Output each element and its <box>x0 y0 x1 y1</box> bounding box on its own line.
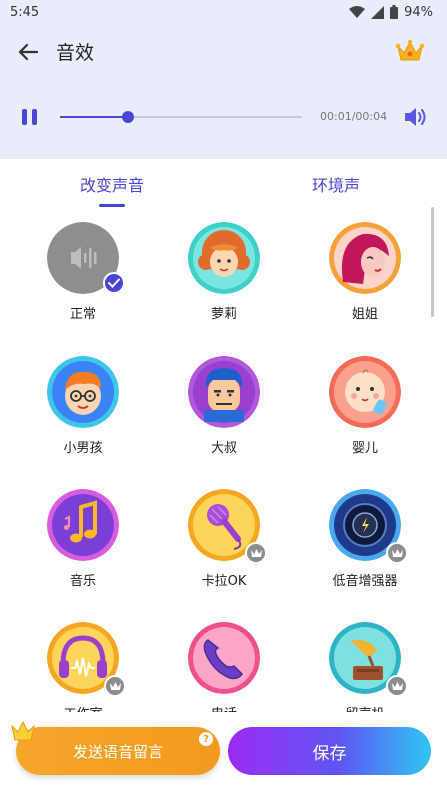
man-face-icon <box>188 356 260 428</box>
effect-telephone[interactable]: 电话 <box>164 622 284 712</box>
effect-label: 正常 <box>69 307 96 322</box>
effect-label: 婴儿 <box>351 441 378 456</box>
vip-crown-badge <box>245 542 267 564</box>
effect-label: 工作室 <box>23 703 143 712</box>
progress-thumb[interactable] <box>121 111 134 123</box>
wifi-icon <box>349 5 366 18</box>
tab-change-voice[interactable]: 改变声音 <box>80 172 144 196</box>
selected-check-icon <box>103 272 125 294</box>
effect-label: 电话 <box>164 703 284 712</box>
audio-player: 00:01/00:04 <box>0 100 447 134</box>
status-bar: 5:45 94% <box>0 0 447 24</box>
baby-face-icon <box>329 356 401 428</box>
little-boy-avatar <box>47 356 119 428</box>
loli-avatar <box>188 222 260 294</box>
bottom-action-bar: 发送语音留言 ? 保存 <box>0 712 447 795</box>
effect-studio[interactable]: 工作室 <box>23 622 143 712</box>
battery-level: 94% <box>404 4 433 20</box>
sister-avatar <box>329 222 401 294</box>
speaker-icon <box>405 108 426 126</box>
girl-face-icon <box>188 222 260 294</box>
battery-icon <box>390 5 399 19</box>
phone-handset-icon <box>188 622 260 694</box>
effect-baby[interactable]: 婴儿 <box>305 356 425 476</box>
crown-icon <box>11 720 35 741</box>
effect-little-boy[interactable]: 小男孩 <box>23 356 143 476</box>
tab-bar: 改变声音 环境声 <box>0 160 447 210</box>
send-voice-message-button[interactable]: 发送语音留言 <box>16 727 220 775</box>
effect-bass-booster[interactable]: 低音增强器 <box>305 489 425 609</box>
playback-time: 00:01/00:04 <box>320 110 388 123</box>
pause-icon-bar-right <box>32 109 37 125</box>
back-arrow-icon <box>18 43 38 61</box>
save-button[interactable]: 保存 <box>228 727 431 775</box>
effect-loli[interactable]: 萝莉 <box>164 222 284 342</box>
effect-label: 卡拉OK <box>201 574 247 589</box>
effect-label: 小男孩 <box>63 441 103 456</box>
page-title: 音效 <box>56 42 95 64</box>
vip-crown-badge <box>104 675 126 697</box>
telephone-avatar <box>188 622 260 694</box>
vip-crown-badge <box>386 675 408 697</box>
send-button-label: 发送语音留言 <box>72 742 163 761</box>
signal-icon <box>371 5 385 19</box>
status-icons: 94% <box>349 5 433 20</box>
crown-icon <box>395 39 425 61</box>
volume-button[interactable] <box>403 106 427 128</box>
progress-slider[interactable] <box>60 111 302 123</box>
tab-ambient-sound[interactable]: 环境声 <box>312 172 360 196</box>
help-icon[interactable]: ? <box>199 732 213 746</box>
effect-label: 大叔 <box>210 441 237 456</box>
music-note-icon <box>47 489 119 561</box>
effect-music[interactable]: 音乐 <box>23 489 143 609</box>
progress-fill <box>60 116 128 118</box>
effect-label: 姐姐 <box>351 307 378 322</box>
effect-label: 萝莉 <box>210 307 237 322</box>
effect-gramophone[interactable]: 留声机 <box>305 622 425 712</box>
uncle-avatar <box>188 356 260 428</box>
vip-crown-badge <box>386 542 408 564</box>
baby-avatar <box>329 356 401 428</box>
boy-face-icon <box>47 356 119 428</box>
effect-normal[interactable]: 正常 <box>23 222 143 342</box>
pause-button[interactable] <box>22 106 42 128</box>
pause-icon-bar-left <box>22 109 27 125</box>
woman-face-icon <box>329 222 401 294</box>
effect-uncle[interactable]: 大叔 <box>164 356 284 476</box>
effect-label: 低音增强器 <box>332 574 398 589</box>
effect-sister[interactable]: 姐姐 <box>305 222 425 342</box>
effect-label: 音乐 <box>69 574 96 589</box>
tab-indicator <box>99 204 125 207</box>
effect-karaoke[interactable]: 卡拉OK <box>164 489 284 609</box>
status-time: 5:45 <box>10 4 40 20</box>
save-button-label: 保存 <box>312 743 347 764</box>
music-avatar <box>47 489 119 561</box>
back-button[interactable] <box>14 38 42 66</box>
effect-label: 留声机 <box>305 703 425 712</box>
vip-button[interactable] <box>395 38 425 64</box>
header: 音效 00:01/00:04 <box>0 24 447 159</box>
top-app-bar: 音效 <box>0 24 447 76</box>
effects-grid: 正常 萝莉 姐姐 小男孩 大叔 婴儿 音乐 卡拉OK 低音增强器 <box>0 222 447 712</box>
